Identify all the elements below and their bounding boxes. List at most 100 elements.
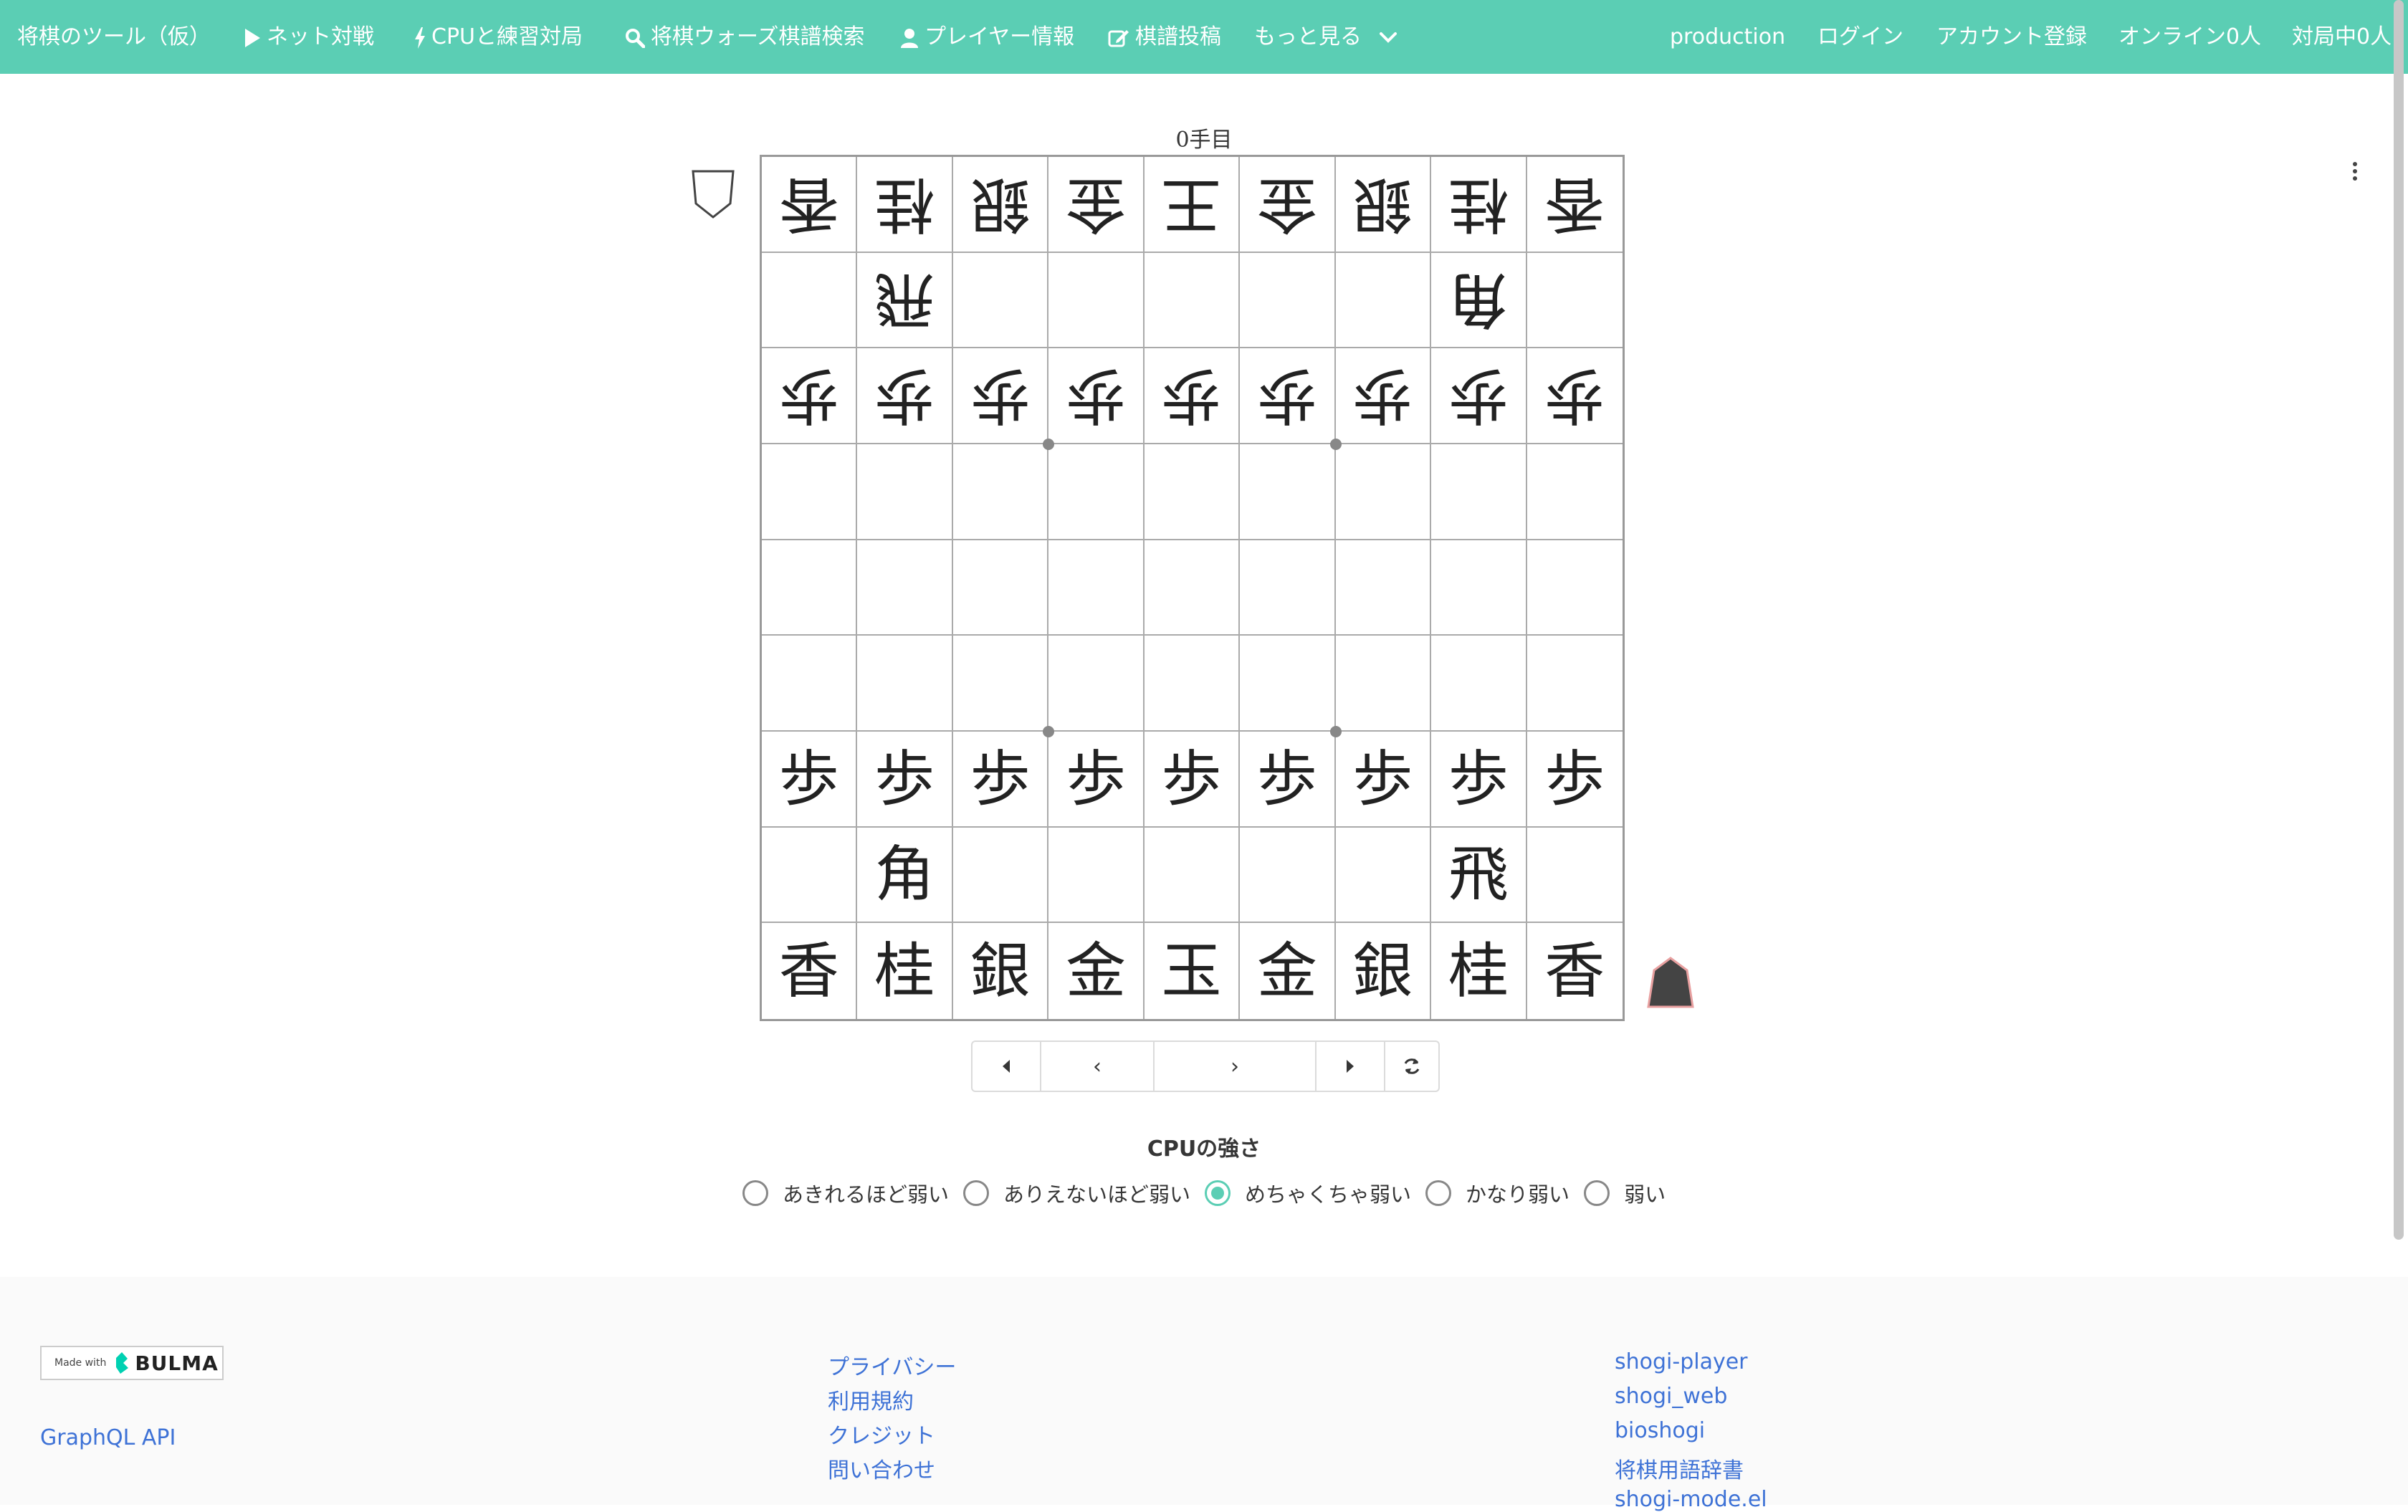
nav-environment[interactable]: production <box>1670 0 1785 74</box>
cpu-strength-option[interactable]: ありえないほど弱い <box>963 1178 1190 1208</box>
board-square[interactable] <box>1240 540 1336 636</box>
radio-button[interactable] <box>1584 1180 1610 1206</box>
footer-link-contact[interactable]: 問い合わせ <box>828 1453 935 1484</box>
board-square[interactable]: 歩 <box>1526 732 1623 828</box>
board-square[interactable] <box>857 540 953 636</box>
board-square[interactable]: 香 <box>1527 923 1623 1019</box>
board-square[interactable]: 歩 <box>1335 348 1432 444</box>
footer-link-shogi-mode[interactable]: shogi-mode.el <box>1615 1487 1767 1512</box>
board-square[interactable]: 歩 <box>1240 348 1336 444</box>
board-square[interactable] <box>1526 636 1623 732</box>
board-square[interactable] <box>1526 253 1623 349</box>
board-square[interactable]: 金 <box>1048 157 1145 253</box>
footer-link-shogi-player[interactable]: shogi-player <box>1615 1349 1748 1374</box>
flip-board-button[interactable] <box>1385 1042 1438 1091</box>
gote-piece-stand[interactable] <box>691 169 735 222</box>
board-square[interactable]: 銀 <box>953 923 1049 1019</box>
made-with-bulma-badge[interactable]: Made with BULMA <box>40 1346 224 1380</box>
board-square[interactable]: 歩 <box>1144 732 1241 828</box>
last-move-button[interactable] <box>1317 1042 1385 1091</box>
board-square[interactable]: 歩 <box>1335 732 1432 828</box>
board-square[interactable] <box>952 540 1049 636</box>
footer-link-bioshogi[interactable]: bioshogi <box>1615 1418 1705 1443</box>
board-square[interactable] <box>952 636 1049 732</box>
board-square[interactable]: 香 <box>762 157 858 253</box>
footer-link-glossary[interactable]: 将棋用語辞書 <box>1615 1453 1744 1484</box>
nav-online-match[interactable]: ネット対戦 <box>244 0 374 74</box>
footer-link-privacy[interactable]: プライバシー <box>828 1349 956 1381</box>
graphql-api-link[interactable]: GraphQL API <box>40 1425 176 1450</box>
board-square[interactable] <box>1240 444 1336 540</box>
board-square[interactable]: 歩 <box>1048 732 1145 828</box>
cpu-strength-option[interactable]: めちゃくちゃ弱い <box>1205 1178 1411 1208</box>
radio-button[interactable] <box>1205 1180 1231 1206</box>
shogi-board[interactable]: 香桂銀金王金銀桂香飛角歩歩歩歩歩歩歩歩歩歩歩歩歩歩歩歩歩歩角飛香桂銀金玉金銀桂香 <box>760 155 1625 1021</box>
board-square[interactable]: 桂 <box>1431 923 1527 1019</box>
board-square[interactable] <box>1240 636 1336 732</box>
board-square[interactable] <box>1048 636 1145 732</box>
board-square[interactable] <box>952 252 1049 349</box>
footer-link-terms[interactable]: 利用規約 <box>828 1384 914 1415</box>
board-square[interactable] <box>1144 540 1241 636</box>
board-square[interactable]: 歩 <box>1144 348 1241 444</box>
board-square[interactable]: 歩 <box>952 732 1049 828</box>
footer-link-credit[interactable]: クレジット <box>828 1418 935 1450</box>
board-square[interactable] <box>1526 540 1623 636</box>
board-square[interactable]: 桂 <box>857 157 953 253</box>
board-square[interactable] <box>1335 540 1432 636</box>
next-move-button[interactable]: › <box>1155 1042 1317 1091</box>
board-menu-button[interactable] <box>2348 159 2362 183</box>
radio-button[interactable] <box>1425 1180 1452 1206</box>
nav-wars-search[interactable]: 将棋ウォーズ棋譜検索 <box>625 0 865 74</box>
board-square[interactable]: 銀 <box>1336 923 1432 1019</box>
board-square[interactable] <box>952 444 1049 540</box>
prev-move-button[interactable]: ‹ <box>1041 1042 1155 1091</box>
board-square[interactable]: 角 <box>1431 252 1527 349</box>
board-square[interactable] <box>1048 540 1145 636</box>
board-square[interactable]: 飛 <box>857 252 953 349</box>
radio-button[interactable] <box>742 1180 768 1206</box>
cpu-strength-option[interactable]: あきれるほど弱い <box>742 1178 949 1208</box>
board-square[interactable]: 金 <box>1048 923 1145 1019</box>
board-square[interactable]: 歩 <box>1526 348 1623 444</box>
board-square[interactable] <box>1048 444 1145 540</box>
radio-button[interactable] <box>963 1180 990 1206</box>
board-square[interactable] <box>1144 444 1241 540</box>
board-square[interactable] <box>1431 636 1527 732</box>
board-square[interactable]: 歩 <box>1240 732 1336 828</box>
board-square[interactable] <box>1335 252 1432 349</box>
board-square[interactable] <box>952 827 1049 924</box>
board-square[interactable]: 金 <box>1240 923 1336 1019</box>
board-square[interactable] <box>1144 827 1241 924</box>
board-square[interactable]: 王 <box>1144 157 1241 253</box>
board-square[interactable] <box>1526 444 1623 540</box>
nav-player-info[interactable]: プレイヤー情報 <box>900 0 1074 74</box>
board-square[interactable]: 歩 <box>857 732 953 828</box>
board-square[interactable]: 香 <box>1526 157 1623 253</box>
board-square[interactable] <box>762 444 858 540</box>
board-square[interactable] <box>1431 540 1527 636</box>
board-square[interactable]: 飛 <box>1431 827 1527 924</box>
board-square[interactable] <box>1335 444 1432 540</box>
board-square[interactable] <box>1431 444 1527 540</box>
first-move-button[interactable] <box>973 1042 1041 1091</box>
board-square[interactable]: 銀 <box>1335 157 1432 253</box>
board-square[interactable] <box>1144 636 1241 732</box>
board-square[interactable]: 歩 <box>762 348 858 444</box>
board-square[interactable]: 歩 <box>1431 348 1527 444</box>
board-square[interactable] <box>1048 252 1145 349</box>
board-square[interactable] <box>1335 636 1432 732</box>
cpu-strength-option[interactable]: 弱い <box>1584 1178 1666 1208</box>
board-square[interactable] <box>762 827 858 924</box>
board-square[interactable] <box>1335 827 1432 924</box>
page-scrollbar[interactable] <box>2394 0 2404 1240</box>
nav-kifu-post[interactable]: 棋譜投稿 <box>1108 0 1221 74</box>
nav-cpu-practice[interactable]: CPUと練習対局 <box>414 0 583 74</box>
brand-link[interactable]: 将棋のツール（仮） <box>17 0 211 74</box>
board-square[interactable]: 角 <box>857 827 953 924</box>
board-square[interactable]: 金 <box>1240 157 1336 253</box>
board-square[interactable]: 歩 <box>762 732 858 828</box>
board-square[interactable] <box>1526 828 1623 924</box>
board-square[interactable]: 歩 <box>952 348 1049 444</box>
sente-piece-stand[interactable] <box>1644 954 1697 1015</box>
